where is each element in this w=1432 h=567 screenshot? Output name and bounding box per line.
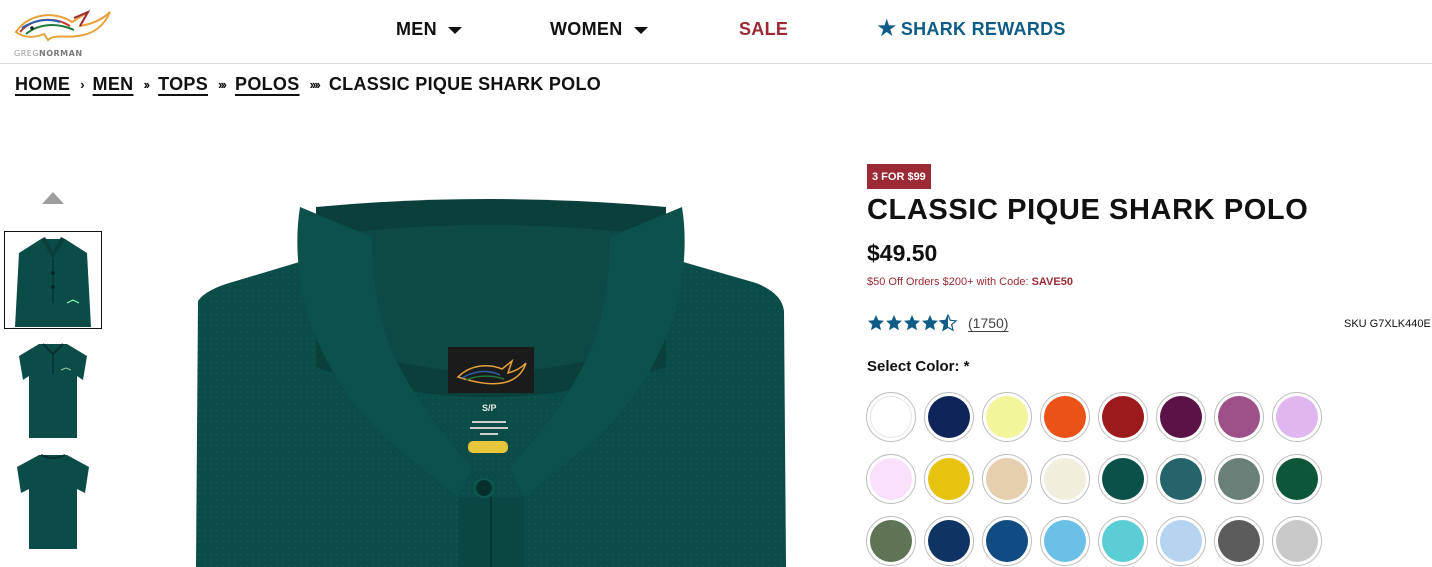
nav-men[interactable]: MEN — [396, 17, 462, 41]
color-swatch-fill — [870, 396, 912, 438]
color-swatch[interactable] — [1214, 454, 1264, 504]
color-swatch[interactable] — [1156, 516, 1206, 566]
color-swatch-fill — [1102, 396, 1144, 438]
select-color-label: Select Color: * — [867, 358, 970, 375]
color-swatch[interactable] — [982, 392, 1032, 442]
color-swatch-fill — [1044, 520, 1086, 562]
color-swatch-fill — [1102, 458, 1144, 500]
color-swatch[interactable] — [1214, 516, 1264, 566]
product-title: CLASSIC PIQUE SHARK POLO — [867, 194, 1309, 226]
color-swatch[interactable] — [1156, 454, 1206, 504]
promo-text: $50 Off Orders $200+ with Code: SAVE50 — [867, 276, 1073, 288]
color-swatch[interactable] — [1040, 454, 1090, 504]
breadcrumb-polos[interactable]: POLOS — [235, 74, 300, 95]
color-swatch[interactable] — [1098, 454, 1148, 504]
color-swatch[interactable] — [1098, 392, 1148, 442]
breadcrumb-separator-icon: ›› — [143, 76, 150, 92]
thumbnail-back-view[interactable] — [4, 452, 102, 550]
color-swatch-fill — [1044, 396, 1086, 438]
polo-collar-closeup: S/P — [196, 199, 786, 567]
color-swatch[interactable] — [982, 454, 1032, 504]
product-main-image[interactable]: S/P — [196, 197, 786, 567]
site-header: GREGNORMAN MEN WOMEN SALE ★ SHARK REWARD… — [0, 0, 1432, 64]
color-swatch[interactable] — [982, 516, 1032, 566]
star-icon: ★ — [876, 15, 898, 42]
nav-men-label: MEN — [396, 18, 437, 39]
breadcrumb-tops[interactable]: TOPS — [158, 74, 208, 95]
color-swatch[interactable] — [1272, 454, 1322, 504]
color-swatch[interactable] — [924, 392, 974, 442]
color-swatch-fill — [870, 520, 912, 562]
polo-collar-thumbnail — [15, 237, 91, 327]
color-swatch-fill — [986, 458, 1028, 500]
color-swatch[interactable] — [1272, 392, 1322, 442]
color-swatch-grid — [866, 392, 1336, 566]
breadcrumb-separator-icon: › — [80, 76, 85, 92]
breadcrumb-home[interactable]: HOME — [15, 74, 70, 95]
product-price: $49.50 — [867, 240, 938, 266]
color-swatch-fill — [1160, 458, 1202, 500]
color-swatch-fill — [1102, 520, 1144, 562]
color-swatch[interactable] — [1272, 516, 1322, 566]
color-swatch-fill — [870, 458, 912, 500]
color-swatch-fill — [1044, 458, 1086, 500]
star-rating-icon — [868, 314, 958, 332]
breadcrumb: HOME › MEN ›› TOPS ››› POLOS ›››› CLASSI… — [15, 73, 601, 95]
color-swatch[interactable] — [924, 454, 974, 504]
polo-back-thumbnail — [17, 454, 89, 549]
color-swatch[interactable] — [866, 516, 916, 566]
breadcrumb-separator-icon: ›››› — [309, 76, 321, 92]
promo-badge: 3 FOR $99 — [867, 164, 931, 189]
greg-norman-logo[interactable]: GREGNORMAN — [14, 4, 114, 58]
color-swatch-fill — [1276, 396, 1318, 438]
color-swatch-fill — [1276, 520, 1318, 562]
nav-sale-label: SALE — [739, 18, 789, 39]
color-swatch-fill — [1160, 520, 1202, 562]
color-swatch-fill — [928, 520, 970, 562]
color-swatch-fill — [1218, 396, 1260, 438]
nav-sale[interactable]: SALE — [739, 17, 788, 41]
color-swatch[interactable] — [1156, 392, 1206, 442]
thumbnail-scroll-up-icon[interactable] — [42, 192, 64, 204]
logo-wordmark: GREGNORMAN — [14, 49, 83, 58]
color-swatch[interactable] — [1214, 392, 1264, 442]
color-swatch-fill — [928, 458, 970, 500]
color-swatch-fill — [1160, 396, 1202, 438]
promo-code: SAVE50 — [1031, 276, 1073, 288]
color-swatch-fill — [986, 396, 1028, 438]
breadcrumb-separator-icon: ››› — [218, 76, 227, 92]
color-swatch[interactable] — [924, 516, 974, 566]
promo-description: $50 Off Orders $200+ with Code: — [867, 276, 1032, 288]
color-swatch[interactable] — [866, 454, 916, 504]
thumbnail-collar-view[interactable] — [4, 231, 102, 329]
nav-women[interactable]: WOMEN — [550, 17, 648, 41]
caret-down-icon — [447, 26, 462, 34]
color-swatch[interactable] — [1098, 516, 1148, 566]
color-swatch-fill — [1218, 458, 1260, 500]
review-count-link[interactable]: (1750) — [968, 315, 1008, 331]
color-swatch[interactable] — [1040, 392, 1090, 442]
nav-women-label: WOMEN — [550, 18, 623, 39]
shark-logo-icon — [14, 9, 111, 42]
breadcrumb-current: CLASSIC PIQUE SHARK POLO — [328, 73, 602, 94]
color-swatch[interactable] — [1040, 516, 1090, 566]
product-rating[interactable]: (1750) — [867, 312, 1008, 334]
color-swatch[interactable] — [866, 392, 916, 442]
nav-rewards-label: SHARK REWARDS — [900, 18, 1066, 39]
polo-front-thumbnail — [19, 343, 87, 438]
color-swatch-fill — [1218, 520, 1260, 562]
garment-size-label: S/P — [482, 403, 497, 413]
caret-down-icon — [633, 26, 648, 34]
product-sku: SKU G7XLK440E — [1344, 318, 1431, 330]
color-swatch-fill — [986, 520, 1028, 562]
color-swatch-fill — [928, 396, 970, 438]
color-swatch-fill — [1276, 458, 1318, 500]
thumbnail-front-view[interactable] — [4, 341, 102, 439]
nav-shark-rewards[interactable]: ★ SHARK REWARDS — [876, 17, 1066, 41]
breadcrumb-men[interactable]: MEN — [93, 74, 134, 95]
